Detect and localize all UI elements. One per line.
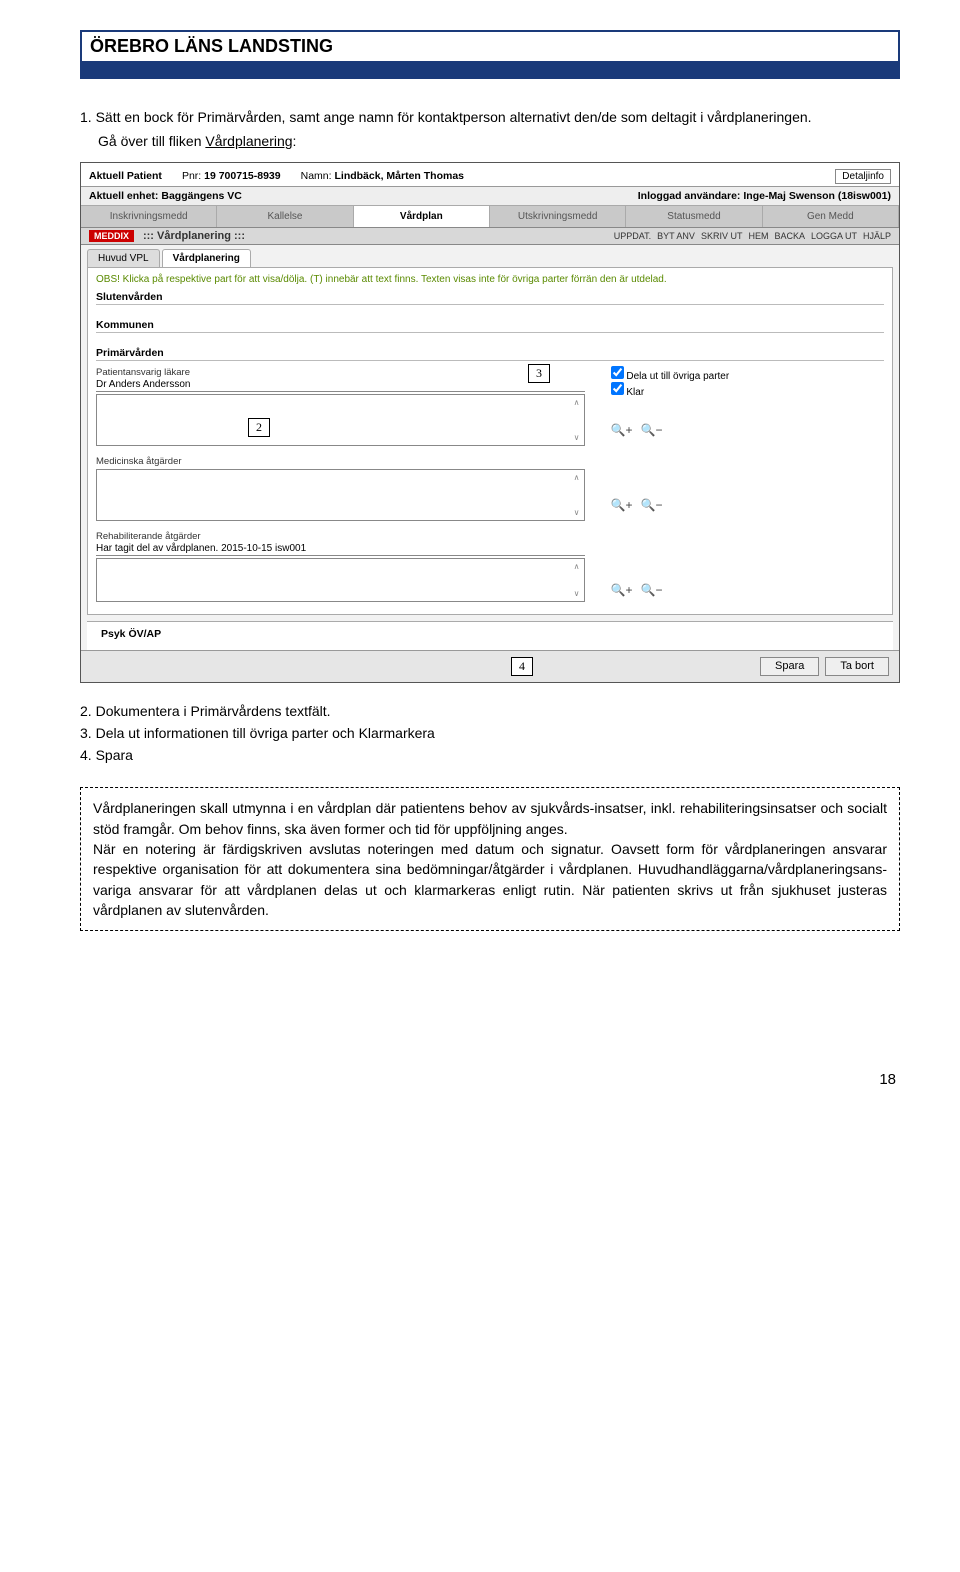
subline-prefix: Gå över till fliken [98, 133, 205, 149]
main-tabs: Inskrivningsmedd Kallelse Vårdplan Utskr… [81, 206, 899, 228]
enhet-label: Aktuell enhet: [89, 190, 158, 202]
tab-genmedd[interactable]: Gen Medd [763, 206, 899, 227]
rehab-textbox[interactable]: ∧∨ [96, 558, 585, 602]
enhet-value: Baggängens VC [161, 190, 242, 202]
step1-num: 1. [80, 109, 92, 125]
sub-tabs: Huvud VPL Vårdplanering [81, 245, 899, 267]
page-number: 18 [80, 1071, 900, 1088]
tab-kallelse[interactable]: Kallelse [217, 206, 353, 227]
scroll-icon: ∧∨ [572, 473, 582, 517]
scroll-icon: ∧∨ [572, 398, 582, 442]
aktuell-patient-label: Aktuell Patient [89, 170, 162, 182]
tab-utskrivningsmedd[interactable]: Utskrivningsmedd [490, 206, 626, 227]
subtab-huvudvpl[interactable]: Huvud VPL [87, 249, 160, 267]
step4-num: 4. [80, 747, 92, 763]
zoom-3: 🔍+ 🔍− [611, 583, 663, 597]
zoom-out-icon[interactable]: 🔍− [641, 498, 663, 512]
step2-text: Dokumentera i Primärvårdens textfält. [96, 703, 331, 719]
zoom-in-icon[interactable]: 🔍+ [611, 583, 633, 597]
step3-text: Dela ut informationen till övriga parter… [96, 725, 435, 741]
zoom-2: 🔍+ 🔍− [611, 498, 663, 512]
inloggad-value: Inge-Maj Swenson (18isw001) [743, 190, 891, 202]
meddix-badge: MEDDIX [89, 230, 134, 242]
med-atgarder-label: Medicinska åtgärder [96, 456, 884, 467]
step3-num: 3. [80, 725, 92, 741]
section-primarvarden[interactable]: Primärvården [96, 347, 884, 361]
callout-3: 3 [528, 364, 550, 383]
info-box: Vårdplaneringen skall utmynna i en vårdp… [80, 787, 900, 931]
tool-hem[interactable]: HEM [748, 231, 768, 241]
zoom-in-icon[interactable]: 🔍+ [611, 498, 633, 512]
zoom-out-icon[interactable]: 🔍− [641, 583, 663, 597]
enhet-bar: Aktuell enhet: Baggängens VC Inloggad an… [81, 187, 899, 206]
section-slutenvarden[interactable]: Slutenvården [96, 291, 884, 305]
chk-dela[interactable]: Dela ut till övriga parter [611, 366, 730, 382]
tab-statusmedd[interactable]: Statusmedd [626, 206, 762, 227]
step1-text: Sätt en bock för Primärvården, samt ange… [96, 109, 812, 125]
org-name: ÖREBRO LÄNS LANDSTING [90, 36, 333, 56]
rehab-label: Rehabiliterande åtgärder [96, 531, 884, 542]
section-kommunen[interactable]: Kommunen [96, 319, 884, 333]
detaljinfo-button[interactable]: Detaljinfo [835, 169, 891, 184]
steps-after: 2. Dokumentera i Primärvårdens textfält.… [80, 701, 900, 766]
header-stripe [82, 61, 898, 77]
obs-text: OBS! Klicka på respektive part för att v… [96, 274, 884, 285]
pnr-value: 19 700715-8939 [204, 170, 281, 182]
tool-uppdat[interactable]: UPPDAT. [614, 231, 651, 241]
med-atgarder-textbox[interactable]: ∧∨ [96, 469, 585, 521]
tab-inskrivningsmedd[interactable]: Inskrivningsmedd [81, 206, 217, 227]
page-header: ÖREBRO LÄNS LANDSTING [80, 30, 900, 79]
panel-body: OBS! Klicka på respektive part för att v… [87, 267, 893, 615]
subtab-vardplanering[interactable]: Vårdplanering [162, 249, 251, 267]
tool-backa[interactable]: BACKA [774, 231, 805, 241]
tool-hjalp[interactable]: HJÄLP [863, 231, 891, 241]
primarvarden-textbox[interactable]: ∧∨ [96, 394, 585, 446]
inloggad-label: Inloggad användare: [638, 190, 741, 202]
scroll-icon: ∧∨ [572, 562, 582, 598]
patientansvarig-value[interactable]: Dr Anders Andersson [96, 378, 585, 392]
spara-button[interactable]: Spara [760, 657, 819, 676]
section-psyk[interactable]: Psyk ÖV/AP [87, 621, 893, 650]
chk-klar[interactable]: Klar [611, 382, 730, 398]
intro-text: 1. Sätt en bock för Primärvården, samt a… [80, 107, 900, 152]
toolbar: UPPDAT. BYT ANV SKRIV UT HEM BACKA LOGGA… [614, 231, 891, 241]
tool-bytanv[interactable]: BYT ANV [657, 231, 695, 241]
tool-loggaut[interactable]: LOGGA UT [811, 231, 857, 241]
step4-text: Spara [96, 747, 133, 763]
screenshot: Aktuell Patient Pnr: 19 700715-8939 Namn… [80, 162, 900, 683]
pnr-label: Pnr: [182, 170, 201, 182]
tab-vardplan[interactable]: Vårdplan [354, 206, 490, 227]
info-text: Vårdplaneringen skall utmynna i en vårdp… [93, 800, 887, 917]
patientansvarig-label: Patientansvarig läkare [96, 367, 884, 378]
chk-dela-input[interactable] [611, 366, 624, 379]
tool-skrivut[interactable]: SKRIV UT [701, 231, 743, 241]
tabort-button[interactable]: Ta bort [825, 657, 889, 676]
subline-link: Vårdplanering [205, 133, 292, 149]
callout-4: 4 [511, 657, 533, 676]
zoom-1: 🔍+ 🔍− [611, 423, 663, 437]
subline-suffix: : [293, 133, 297, 149]
step2-num: 2. [80, 703, 92, 719]
bottom-bar: 4 Spara Ta bort [81, 650, 899, 682]
chk-klar-input[interactable] [611, 382, 624, 395]
patient-bar: Aktuell Patient Pnr: 19 700715-8939 Namn… [81, 163, 899, 187]
rehab-value[interactable]: Har tagit del av vårdplanen. 2015-10-15 … [96, 542, 585, 556]
meddix-bar: MEDDIX ::: Vårdplanering ::: UPPDAT. BYT… [81, 228, 899, 245]
namn-value: Lindbäck, Mårten Thomas [334, 170, 464, 182]
namn-label: Namn: [301, 170, 332, 182]
vardplanering-label: ::: Vårdplanering ::: [143, 230, 245, 242]
zoom-in-icon[interactable]: 🔍+ [611, 423, 633, 437]
right-checkboxes: Dela ut till övriga parter Klar [611, 366, 730, 398]
zoom-out-icon[interactable]: 🔍− [641, 423, 663, 437]
callout-2: 2 [248, 418, 270, 437]
